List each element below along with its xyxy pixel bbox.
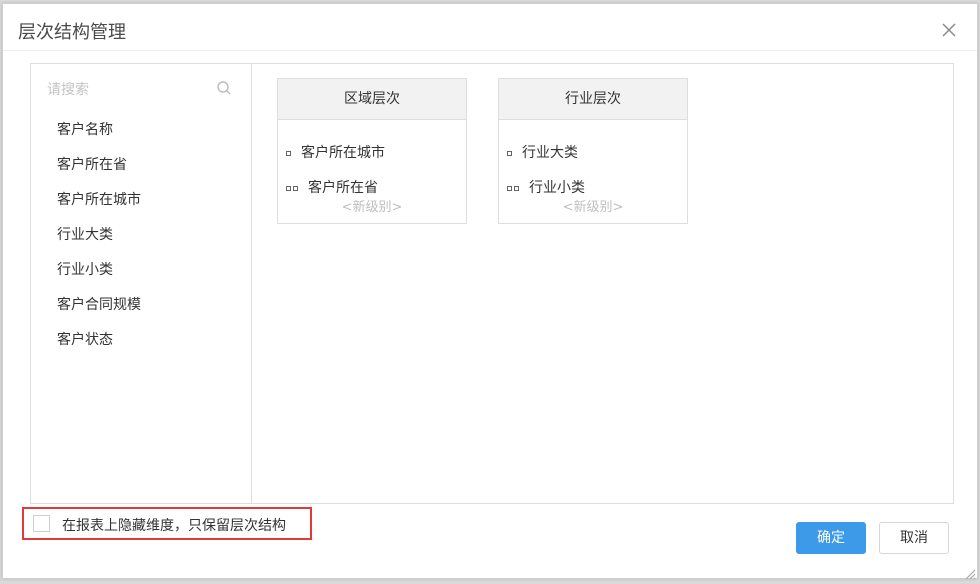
hierarchy-title[interactable]: 区域层次 [278, 79, 466, 120]
hierarchy-level[interactable]: 客户所在城市 [286, 142, 385, 162]
dialog-title: 层次结构管理 [18, 22, 126, 43]
hierarchy-dialog: 层次结构管理 请搜索 客户名称 客户所在省 客户所在城市 行业大类 行业小类 客… [2, 3, 978, 580]
hierarchy-card-industry: 行业层次 行业大类 行业小类 <新级别> [498, 78, 688, 224]
level-1-icon [507, 145, 514, 161]
level-label: 行业大类 [522, 145, 578, 161]
level-label: 行业小类 [529, 180, 585, 196]
field-item[interactable]: 客户所在省 [57, 154, 141, 189]
hierarchy-card-region: 区域层次 客户所在城市 客户所在省 <新级别> [277, 78, 467, 224]
level-label: 客户所在省 [308, 180, 378, 196]
field-item[interactable]: 行业小类 [57, 259, 141, 294]
field-item[interactable]: 客户合同规模 [57, 294, 141, 329]
confirm-button[interactable]: 确定 [796, 522, 866, 554]
field-item[interactable]: 客户所在城市 [57, 189, 141, 224]
field-list: 客户名称 客户所在省 客户所在城市 行业大类 行业小类 客户合同规模 客户状态 [57, 119, 141, 364]
header-divider [3, 50, 977, 51]
search-input[interactable]: 请搜索 [47, 79, 89, 99]
level-2-icon [286, 180, 300, 196]
field-item[interactable]: 客户状态 [57, 329, 141, 364]
level-1-icon [286, 145, 293, 161]
level-2-icon [507, 180, 521, 196]
resize-handle-icon[interactable] [964, 565, 976, 580]
hide-dimension-checkbox[interactable] [33, 515, 50, 532]
field-item[interactable]: 客户名称 [57, 119, 141, 154]
hierarchy-level[interactable]: 行业大类 [507, 142, 578, 162]
cancel-button[interactable]: 取消 [879, 522, 949, 554]
new-level-link[interactable]: <新级别> [499, 196, 687, 215]
hierarchy-level[interactable]: 行业小类 [507, 177, 585, 197]
level-label: 客户所在城市 [301, 145, 385, 161]
search-box[interactable]: 请搜索 [47, 79, 237, 101]
hierarchy-panel: 请搜索 客户名称 客户所在省 客户所在城市 行业大类 行业小类 客户合同规模 客… [30, 63, 954, 504]
new-level-link[interactable]: <新级别> [278, 196, 466, 215]
field-item[interactable]: 行业大类 [57, 224, 141, 259]
close-icon[interactable] [940, 21, 958, 39]
hide-dimension-label[interactable]: 在报表上隐藏维度，只保留层次结构 [62, 515, 286, 535]
hierarchy-level[interactable]: 客户所在省 [286, 177, 378, 197]
hierarchy-title[interactable]: 行业层次 [499, 79, 687, 120]
search-icon[interactable] [216, 80, 232, 96]
field-list-pane: 请搜索 客户名称 客户所在省 客户所在城市 行业大类 行业小类 客户合同规模 客… [31, 64, 252, 503]
hide-dimension-option: 在报表上隐藏维度，只保留层次结构 [22, 507, 312, 540]
